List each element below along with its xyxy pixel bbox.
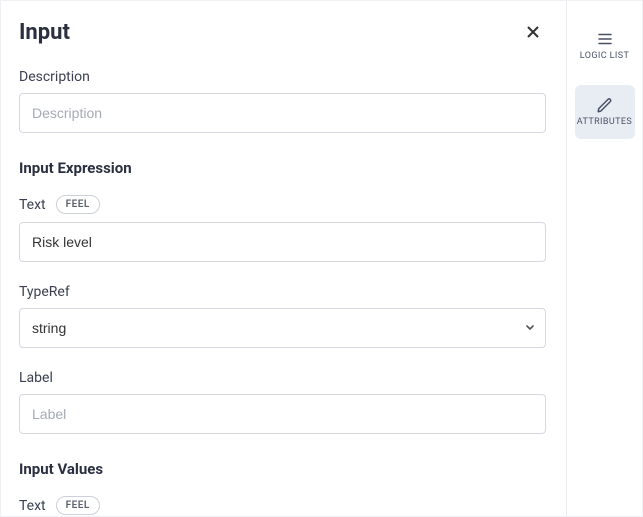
close-button[interactable] bbox=[520, 19, 546, 45]
attributes-label: ATTRIBUTES bbox=[577, 118, 632, 128]
typeref-field: TypeRef string bbox=[19, 284, 546, 348]
expression-text-input[interactable] bbox=[19, 222, 546, 262]
input-expression-heading: Input Expression bbox=[19, 159, 546, 177]
attributes-tab[interactable]: ATTRIBUTES bbox=[575, 85, 635, 139]
logic-list-label: LOGIC LIST bbox=[580, 52, 629, 62]
panel-header: Input bbox=[19, 19, 546, 45]
description-label: Description bbox=[19, 69, 546, 85]
label-field: Label bbox=[19, 370, 546, 434]
pencil-icon bbox=[596, 96, 614, 114]
typeref-label: TypeRef bbox=[19, 284, 546, 300]
panel-title: Input bbox=[19, 20, 70, 45]
label-input[interactable] bbox=[19, 394, 546, 434]
expression-text-label: Text bbox=[19, 197, 46, 213]
feel-badge: FEEL bbox=[56, 496, 100, 515]
values-text-field: Text FEEL bbox=[19, 496, 546, 516]
description-field: Description bbox=[19, 69, 546, 133]
expression-text-field: Text FEEL bbox=[19, 195, 546, 262]
list-icon bbox=[596, 30, 614, 48]
main-panel: Input Description Input Expression Text … bbox=[1, 1, 567, 516]
values-text-label: Text bbox=[19, 498, 46, 514]
logic-list-tab[interactable]: LOGIC LIST bbox=[575, 19, 635, 73]
label-field-label: Label bbox=[19, 370, 546, 386]
feel-badge: FEEL bbox=[56, 195, 100, 214]
app-root: Input Description Input Expression Text … bbox=[0, 0, 643, 517]
close-icon bbox=[526, 25, 540, 39]
right-sidebar: LOGIC LIST ATTRIBUTES bbox=[567, 1, 642, 516]
input-values-heading: Input Values bbox=[19, 460, 546, 478]
description-input[interactable] bbox=[19, 93, 546, 133]
typeref-select[interactable]: string bbox=[19, 308, 546, 348]
